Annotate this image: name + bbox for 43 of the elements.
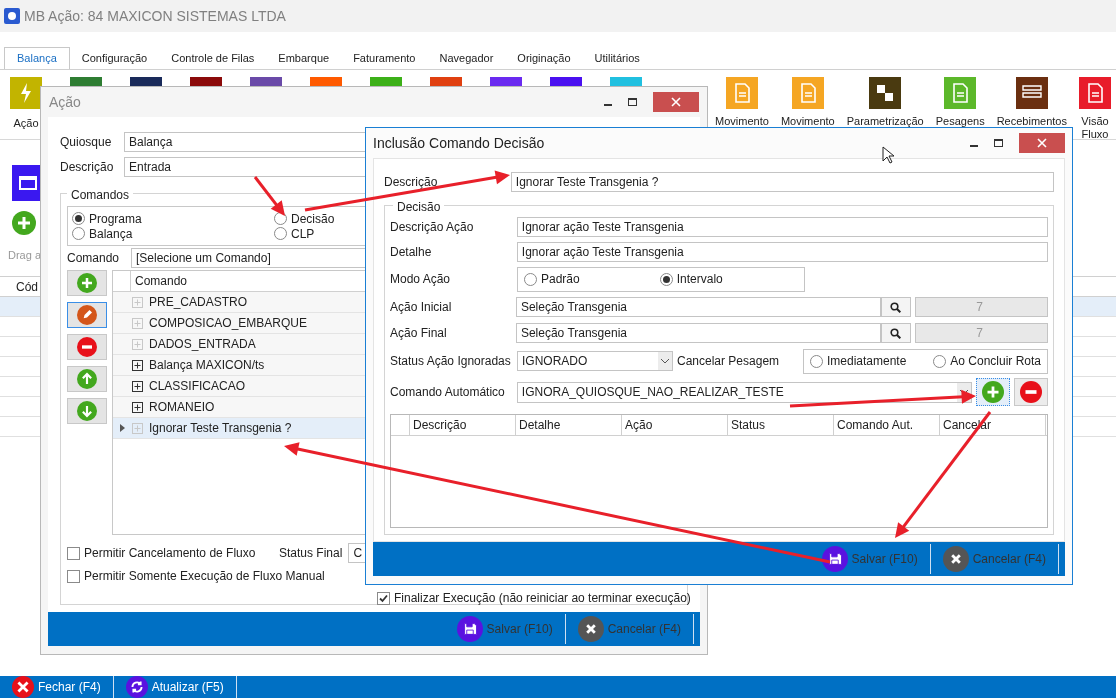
checkbox-label: Permitir Cancelamento de Fluxo: [84, 545, 256, 562]
column-header: Descrição: [410, 415, 516, 435]
field-label: Detalhe: [390, 243, 433, 261]
field-label: Ação Final: [390, 325, 448, 342]
tree-label: COMPOSICAO_EMBARQUE: [149, 315, 308, 332]
field-label: Descrição Ação: [390, 218, 475, 236]
radio-label: Padrão: [541, 271, 580, 288]
field-label: Status Final: [279, 545, 343, 562]
column-header: Comando Aut.: [834, 415, 940, 435]
dialog-title: Inclusão Comando Decisão: [373, 133, 545, 153]
radio-label: Programa: [89, 210, 142, 228]
field-label: Status Ação Ignoradas: [390, 353, 512, 370]
code-field: 7: [914, 297, 1048, 317]
column-header: Comando: [134, 273, 188, 290]
field-label: Comando: [67, 250, 121, 267]
dialog-title: Ação: [49, 92, 81, 112]
radio-label: Decisão: [291, 210, 335, 228]
tree-label: ROMANEIO: [149, 399, 215, 416]
checkbox-label: Permitir Somente Execução de Fluxo Manual: [84, 568, 325, 585]
window-title: MB Ação: 84 MAXICON SISTEMAS LTDA: [24, 6, 286, 26]
field-label: Modo Ação: [390, 271, 452, 288]
radio-label: Imediatamente: [827, 353, 907, 370]
code-field: 7: [914, 323, 1048, 343]
field-label: Comando Automático: [390, 384, 506, 401]
column-header: Ação: [622, 415, 728, 435]
column-header: Cód: [16, 278, 38, 296]
field-label: Descrição: [60, 158, 115, 176]
checkbox-label: Finalizar Execução (não reiniciar ao terminar execução): [394, 590, 691, 607]
field-label: Quiosque: [60, 133, 113, 151]
field-label: Ação Inicial: [390, 299, 453, 316]
column-header: Detalhe: [516, 415, 622, 435]
radio-label: Ao Concluir Rota: [950, 353, 1041, 370]
radio-label: Balança: [89, 226, 133, 243]
column-header: Status: [728, 415, 834, 435]
tree-label: CLASSIFICACAO: [149, 378, 246, 395]
field-label: Descrição: [384, 174, 439, 191]
tree-label: Ignorar Teste Transgenia ?: [149, 420, 292, 437]
field-label: Cancelar Pesagem: [677, 353, 781, 370]
tree-label: Balança MAXICON/ts: [149, 357, 265, 374]
tree-label: PRE_CADASTRO: [149, 294, 248, 311]
tree-label: DADOS_ENTRADA: [149, 336, 256, 353]
radio-label: CLP: [291, 225, 315, 243]
radio-label: Intervalo: [676, 271, 723, 288]
